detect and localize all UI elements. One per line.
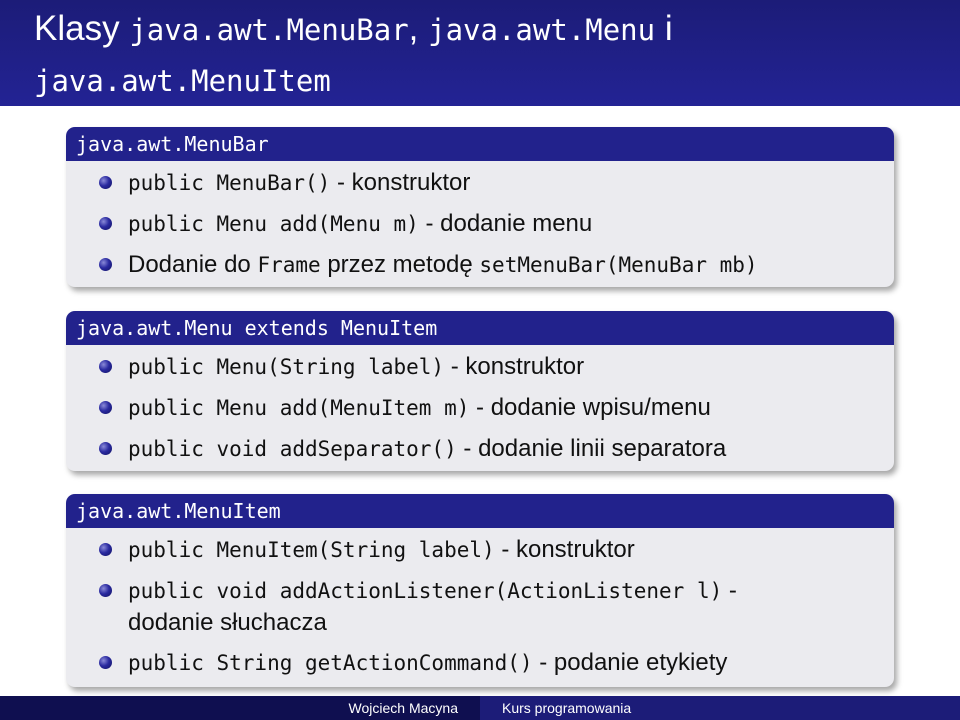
title-line-1: Klasy java.awt.MenuBar, java.awt.Menu i: [34, 6, 960, 53]
list-item: public String getActionCommand() - podan…: [66, 647, 894, 679]
list-item: public MenuItem(String label) - konstruk…: [66, 534, 894, 566]
list-item: public Menu(String label) - konstruktor: [66, 351, 894, 383]
code-text: public String getActionCommand(): [128, 651, 533, 675]
bullet-icon: [99, 656, 112, 669]
bullet-icon: [99, 584, 112, 597]
title-class-menuitem: java.awt.MenuItem: [34, 64, 331, 98]
bullet-icon: [99, 442, 112, 455]
item-text: - konstruktor: [330, 169, 471, 196]
item-text: - konstruktor: [444, 353, 585, 380]
block-heading: java.awt.MenuBar: [66, 127, 894, 161]
code-text: public void addSeparator(): [128, 437, 457, 461]
list-item: public Menu add(Menu m) - dodanie menu: [66, 208, 894, 240]
title-word: Klasy: [34, 9, 130, 48]
list-item: public void addSeparator() - dodanie lin…: [66, 433, 894, 465]
item-text: - podanie etykiety: [532, 649, 728, 676]
code-text: public Menu add(MenuItem m): [128, 396, 470, 420]
block-heading: java.awt.MenuItem: [66, 494, 894, 528]
item-text: przez metodę: [320, 251, 480, 278]
bullet-icon: [99, 176, 112, 189]
title-class-menubar: java.awt.MenuBar: [129, 13, 409, 47]
list-item: public Menu add(MenuItem m) - dodanie wp…: [66, 392, 894, 424]
list-item: public MenuBar() - konstruktor: [66, 167, 894, 199]
item-text: - konstruktor: [494, 536, 635, 563]
slide-title: Klasy java.awt.MenuBar, java.awt.Menu i …: [0, 0, 960, 106]
item-text: Dodanie do: [128, 251, 258, 278]
code-text: setMenuBar(MenuBar mb): [479, 253, 758, 277]
code-text: public MenuItem(String label): [128, 538, 495, 562]
item-text: - dodanie linii separatora: [456, 435, 727, 462]
bullet-icon: [99, 543, 112, 556]
title-separator: ,: [408, 9, 429, 48]
list-item: Dodanie do Frame przez metodę setMenuBar…: [66, 249, 894, 281]
code-text: Frame: [257, 253, 321, 277]
item-text-continued: dodanie słuchacza: [128, 609, 327, 636]
bullet-icon: [99, 401, 112, 414]
block-menubar: java.awt.MenuBar public MenuBar() - kons…: [66, 127, 894, 287]
bullet-icon: [99, 360, 112, 373]
footer: Wojciech Macyna Kurs programowania: [0, 696, 960, 720]
block-menu: java.awt.Menu extends MenuItem public Me…: [66, 311, 894, 471]
bullet-icon: [99, 217, 112, 230]
footer-author: Wojciech Macyna: [0, 696, 480, 720]
item-text: -: [722, 577, 737, 604]
title-line-2: java.awt.MenuItem: [34, 53, 960, 104]
code-text: public Menu add(Menu m): [128, 212, 419, 236]
code-text: public void addActionListener(ActionList…: [128, 579, 723, 603]
title-conjunction: i: [655, 9, 673, 48]
title-class-menu: java.awt.Menu: [428, 13, 656, 47]
footer-course: Kurs programowania: [480, 696, 960, 720]
list-item: public void addActionListener(ActionList…: [66, 575, 894, 638]
block-heading: java.awt.Menu extends MenuItem: [66, 311, 894, 345]
item-text: - dodanie wpisu/menu: [469, 394, 711, 421]
code-text: public Menu(String label): [128, 355, 445, 379]
bullet-icon: [99, 258, 112, 271]
code-text: public MenuBar(): [128, 171, 331, 195]
item-text: - dodanie menu: [418, 210, 593, 237]
block-menuitem: java.awt.MenuItem public MenuItem(String…: [66, 494, 894, 687]
